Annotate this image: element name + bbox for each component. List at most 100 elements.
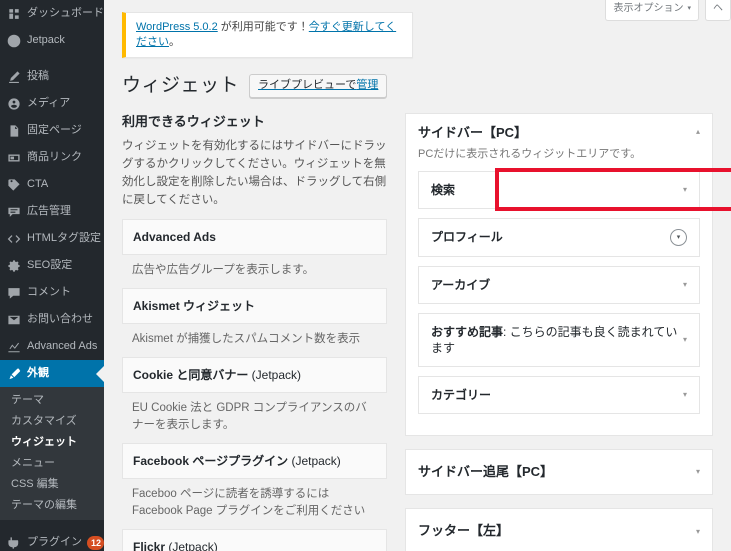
available-widget-description: 広告や広告グループを表示します。 [132,263,315,276]
submenu-item-CSS-編集[interactable]: CSS 編集 [0,474,104,495]
sidebar-item-label: プラグイン [27,536,82,548]
sidebar-item-cta[interactable]: CTA [0,171,104,198]
submenu-item-ウィジェット[interactable]: ウィジェット [0,432,104,453]
submenu-item-テーマ[interactable]: テーマ [0,390,104,411]
submenu-item-メニュー[interactable]: メニュー [0,453,104,474]
submenu-item-テーマの編集[interactable]: テーマの編集 [0,495,104,516]
sidebar-area-panel-closed[interactable]: サイドバー追尾【PC】 ▾ [405,448,713,496]
sidebar-item-コメント[interactable]: コメント [0,279,104,306]
help-button[interactable]: ヘ [705,0,731,21]
sidebar-item-label: SEO設定 [27,259,73,271]
screen-options-label: 表示オプション [613,3,684,14]
admin-sidebar-menu[interactable]: ダッシュボード Jetpack 投稿メディア固定ページ商品リンク CTA 広告管理 HTM… [0,0,104,551]
media-icon [6,96,22,112]
sidebar-area-panel-closed[interactable]: フッター【左】 ▾ [405,508,713,551]
widget-name: Facebook ページプラグイン [133,453,289,468]
assigned-widgets-list[interactable]: 検索 ▾ プロフィール ▾ アーカイブ ▾ おすすめ記事: こちらの記事も良く読まれています… [418,170,700,414]
sidebar-widget-row[interactable]: アーカイブ ▾ [418,265,700,304]
sidebar-item-seo設定[interactable]: SEO設定 [0,252,104,279]
sidebar-area-name: フッター【左】 [418,523,510,539]
chevron-up-icon[interactable]: ▴ [696,124,700,140]
sidebar-item-投稿[interactable]: 投稿 [0,63,104,90]
sidebar-item-label: メディア [27,97,71,109]
available-widget-title[interactable]: Flickr (Jetpack) [122,528,387,551]
sidebar-item-お問い合わせ[interactable]: お問い合わせ [0,306,104,333]
page-title: ウィジェット [122,75,240,96]
chevron-down-icon[interactable]: ▾ [696,466,700,477]
available-widgets-list[interactable]: Advanced Ads 広告や広告グループを表示します。 Akismet ウィジェ… [122,218,387,551]
sidebar-item-label: Advanced Ads [27,340,98,352]
update-notice: WordPress 5.0.2 が利用可能です！今すぐ更新してください。 [122,12,413,58]
sidebar-widget-name: カテゴリー [431,387,492,402]
sidebar-widget-name: アーカイブ [431,277,491,292]
screen-meta-links[interactable]: 表示オプション ▾ ヘ [605,0,731,21]
sidebar-item-プラグイン[interactable]: プラグイン 12 [0,529,104,551]
sidebar-item-label: 商品リンク [27,151,82,163]
sidebar-widget-row[interactable]: おすすめ記事: こちらの記事も良く読まれています ▾ [418,312,700,367]
sidebar-area-header[interactable]: サイドバー【PC】 PCだけに表示されるウィジットエリアです。 ▴ [418,124,700,162]
manage-in-live-preview-button[interactable]: ライブプレビューで管理 [249,74,388,99]
sidebar-widget-name: おすすめ記事: こちらの記事も良く読まれています [431,324,678,355]
sidebar-item-ダッシュボード[interactable]: ダッシュボード [0,0,104,27]
available-widget[interactable]: Facebook ページプラグイン (Jetpack) Faceboo ページに読… [122,442,387,529]
available-widget-title[interactable]: Advanced Ads [122,218,387,255]
dashboard-icon [6,6,22,22]
widget-name: Advanced Ads [133,229,216,244]
appearance-submenu[interactable]: テーマ カスタマイズ ウィジェット メニュー CSS 編集 テーマの編集 [0,387,104,520]
available-widget[interactable]: Advanced Ads 広告や広告グループを表示します。 [122,218,387,288]
available-widget-title[interactable]: Akismet ウィジェット [122,287,387,324]
sidebar-item-label: 固定ページ [27,124,82,136]
sidebar-widget-row[interactable]: カテゴリー ▾ [418,375,700,414]
available-widget-description: EU Cookie 法と GDPR コンプライアンスのバナーを表示します。 [132,401,367,431]
available-widget-title[interactable]: Cookie と同意バナー (Jetpack) [122,356,387,393]
screen-options-button[interactable]: 表示オプション ▾ [605,0,699,21]
sidebar-item-広告管理[interactable]: 広告管理 [0,198,104,225]
wordpress-admin-screen: ダッシュボード Jetpack 投稿メディア固定ページ商品リンク CTA 広告管理 HTM… [0,0,731,551]
help-label: ヘ [713,3,723,14]
chevron-down-icon[interactable]: ▾ [683,387,687,403]
widget-name: Cookie と同意バナー [133,367,249,382]
chevron-down-icon[interactable]: ▾ [696,526,700,537]
wordpress-version-link[interactable]: WordPress 5.0.2 [136,21,218,33]
widgets-page-wrap: WordPress 5.0.2 が利用可能です！今すぐ更新してください。 ウィジ… [104,12,731,551]
sidebar-area-description: PCだけに表示されるウィジットエリアです。 [418,147,642,160]
appearance-brush-icon [6,366,22,382]
chevron-down-icon[interactable]: ▾ [683,332,687,348]
sidebar-item-advanced-ads[interactable]: Advanced Ads [0,333,104,360]
jetpack-icon [6,33,22,49]
sidebar-item-jetpack[interactable]: Jetpack [0,27,104,54]
available-widget[interactable]: Flickr (Jetpack)最近の Flickr の写真を表示する。 [122,528,387,551]
sidebar-item-メディア[interactable]: メディア [0,90,104,117]
submenu-item-カスタマイズ[interactable]: カスタマイズ [0,411,104,432]
sidebars-column: サイドバー【PC】 PCだけに表示されるウィジットエリアです。 ▴ 検索 ▾ プロフ… [405,112,713,551]
sidebar-item-固定ページ[interactable]: 固定ページ [0,117,104,144]
sidebar-widget-name: プロフィール [431,230,503,245]
ads-icon [6,204,22,220]
chevron-down-icon[interactable]: ▾ [683,182,687,198]
widget-name-suffix: (Jetpack) [248,367,302,382]
chevron-down-icon-circled[interactable]: ▾ [670,228,687,246]
sidebar-widget-name-suffix: : こちらの記事も良く読まれています [431,324,678,355]
live-preview-label-suffix: 管理 [356,79,379,92]
available-widget-title[interactable]: Facebook ページプラグイン (Jetpack) [122,442,387,479]
available-widget[interactable]: Akismet ウィジェット Akismet が捕獲したスパムコメント数を表示 [122,287,387,357]
product-link-icon [6,150,22,166]
sidebar-widget-row[interactable]: プロフィール ▾ [418,217,700,257]
sidebar-widget-name: 検索 [431,182,456,197]
available-widgets-title: 利用できるウィジェット [122,113,265,129]
notice-text-end: 。 [169,36,180,48]
closed-sidebar-panels[interactable]: サイドバー追尾【PC】▾フッター【左】▾フッター【中央】▾フッター【右】▾ [405,448,713,551]
available-widget[interactable]: Cookie と同意バナー (Jetpack) EU Cookie 法と GDPR… [122,356,387,443]
sidebar-item-appearance[interactable]: 外観 [0,360,104,387]
widget-name-suffix: (Jetpack) [288,453,341,468]
sidebar-area-closed-header[interactable]: フッター【左】 ▾ [405,508,713,551]
chevron-down-icon[interactable]: ▾ [683,277,687,293]
sidebar-widget-row[interactable]: 検索 ▾ [418,170,700,209]
widget-name-suffix: (Jetpack) [165,539,218,551]
sidebar-item-htmlタグ設定[interactable]: HTMLタグ設定 [0,225,104,252]
pages-icon [6,123,22,139]
sidebar-area-closed-header[interactable]: サイドバー追尾【PC】 ▾ [405,448,713,496]
sidebar-item-商品リンク[interactable]: 商品リンク [0,144,104,171]
chart-icon [6,339,22,355]
plugins-icon [6,535,22,551]
